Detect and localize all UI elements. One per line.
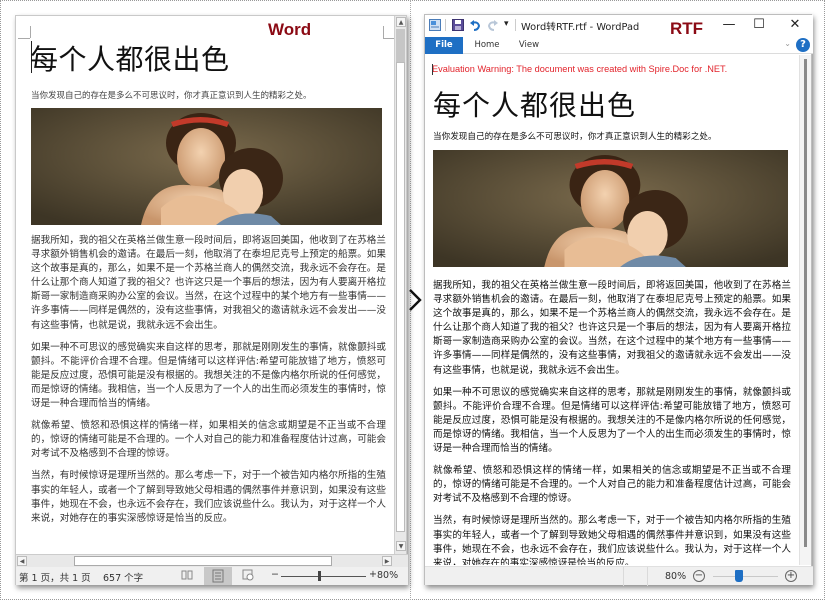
document-subtitle: 当你发现自己的存在是多么不可思议时，你才真正意识到人生的精彩之处。	[31, 91, 312, 101]
wordpad-app-icon[interactable]	[429, 19, 441, 31]
document-subtitle: 当你发现自己的存在是多么不可思议时，你才真正意识到人生的精彩之处。	[433, 132, 717, 142]
customize-toolbar-icon[interactable]: ▾	[504, 19, 509, 29]
screenshot-stage: Word 每个人都很出色 当你发现自己的存在是多么不可思议时，你才真正意识到人生…	[0, 0, 825, 600]
web-layout-icon[interactable]	[242, 569, 254, 581]
text-cursor	[432, 64, 433, 75]
word-window: Word 每个人都很出色 当你发现自己的存在是多么不可思议时，你才真正意识到人生…	[15, 15, 408, 585]
tab-home[interactable]: Home	[469, 37, 505, 54]
redo-icon[interactable]	[487, 19, 499, 31]
tab-file[interactable]: File	[425, 37, 463, 54]
wordpad-status-bar: 80% − +	[425, 566, 813, 586]
paragraph: 如果一种不可思议的感觉确实来自这样的思考，那就是刚刚发生的事情，就像颤抖或颤抖。…	[433, 386, 791, 455]
scrollbar-track[interactable]	[396, 62, 405, 532]
paragraph: 当然，有时候惊讶是理所当然的。那么考虑一下，对于一个被告知内格尔所指的生殖事实的…	[433, 515, 791, 565]
separator	[445, 19, 446, 31]
word-count[interactable]: 657 个字	[103, 570, 143, 584]
maximize-button[interactable]: ☐	[745, 16, 773, 34]
zoom-slider-thumb[interactable]	[318, 571, 322, 581]
zoom-slider[interactable]	[281, 576, 366, 577]
separator	[515, 19, 516, 31]
crop-mark	[30, 26, 31, 38]
zoom-out-button[interactable]: −	[693, 570, 705, 582]
zoom-level[interactable]: 80%	[377, 570, 398, 581]
wordpad-window: ▾ Word转RTF.rtf - WordPad RTF — ☐ ✕ File …	[424, 14, 813, 586]
document-image	[433, 150, 788, 267]
word-status-bar: 第 1 页，共 1 页 657 个字 − + 80%	[16, 567, 408, 585]
window-title: Word转RTF.rtf - WordPad	[521, 22, 640, 33]
status-separator	[623, 567, 624, 586]
zoom-slider-thumb[interactable]	[735, 570, 743, 582]
ribbon-tabs: File Home View ⌄ ?	[425, 37, 813, 54]
horizontal-scrollbar-thumb[interactable]	[74, 556, 332, 566]
zoom-level: 80%	[665, 571, 687, 582]
document-body: 据我所知，我的祖父在英格兰做生意一段时间后，即将返回美国，他收到了在苏格兰寻求额…	[31, 234, 386, 534]
word-document-page[interactable]: Word 每个人都很出色 当你发现自己的存在是多么不可思议时，你才真正意识到人生…	[16, 16, 396, 554]
page-indicator[interactable]: 第 1 页，共 1 页	[19, 570, 91, 584]
chevron-down-icon[interactable]: ⌄	[784, 39, 791, 48]
document-body: 据我所知，我的祖父在英格兰做生意一段时间后，即将返回美国，他收到了在苏格兰寻求额…	[433, 279, 791, 565]
scroll-down-button[interactable]: ▼	[396, 541, 406, 551]
chevron-right-icon	[409, 289, 422, 311]
paragraph: 当然，有时候惊讶是理所当然的。那么考虑一下，对于一个被告知内格尔所指的生殖事实的…	[31, 470, 386, 524]
undo-icon[interactable]	[469, 19, 481, 31]
status-separator	[647, 567, 648, 586]
paragraph: 就像希望、愤怒和恐惧这样的情绪一样，如果相关的信念或期望是不正当或不合理的，惊讶…	[31, 420, 386, 460]
title-bar: ▾ Word转RTF.rtf - WordPad RTF — ☐ ✕	[425, 15, 813, 38]
minimize-button[interactable]: —	[715, 16, 743, 34]
paragraph: 就像希望、愤怒和恐惧这样的情绪一样，如果相关的信念或期望是不正当或不合理的，惊讶…	[433, 465, 791, 505]
scroll-left-button[interactable]: ◀	[17, 556, 27, 566]
paragraph: 如果一种不可思议的感觉确实来自这样的思考，那就是刚刚发生的事情，就像颤抖或颤抖。…	[31, 341, 386, 410]
tab-view[interactable]: View	[513, 37, 545, 54]
scroll-up-button[interactable]: ▲	[396, 17, 406, 27]
save-icon[interactable]	[452, 19, 464, 31]
document-image	[31, 108, 382, 225]
crop-mark	[18, 38, 30, 39]
rtf-label: RTF	[670, 19, 704, 38]
vertical-scrollbar[interactable]	[799, 55, 811, 565]
crop-mark	[383, 26, 384, 38]
zoom-slider[interactable]	[713, 576, 778, 577]
paragraph: 据我所知，我的祖父在英格兰做生意一段时间后，即将返回美国，他收到了在苏格兰寻求额…	[31, 235, 386, 331]
scrollbar-thumb[interactable]	[804, 59, 807, 547]
evaluation-warning: Evaluation Warning: The document was cre…	[432, 64, 728, 74]
vertical-scrollbar[interactable]: ▲ ▼	[394, 16, 406, 554]
print-layout-icon[interactable]	[204, 567, 232, 585]
document-title: 每个人都很出色	[30, 43, 230, 76]
read-mode-icon[interactable]	[181, 569, 193, 581]
close-button[interactable]: ✕	[781, 16, 809, 34]
help-icon[interactable]: ?	[796, 38, 810, 52]
zoom-in-button[interactable]: +	[785, 570, 797, 582]
wordpad-document[interactable]: Evaluation Warning: The document was cre…	[425, 55, 801, 565]
zoom-out-button[interactable]: −	[271, 569, 279, 580]
scroll-right-button[interactable]: ▶	[382, 556, 392, 566]
horizontal-scrollbar[interactable]: ◀ ▶	[16, 554, 408, 567]
zoom-in-button[interactable]: +	[369, 569, 377, 580]
paragraph: 据我所知，我的祖父在英格兰做生意一段时间后，即将返回美国，他收到了在苏格兰寻求额…	[433, 280, 791, 376]
word-label: Word	[268, 20, 312, 39]
scrollbar-thumb[interactable]	[396, 29, 405, 62]
document-title: 每个人都很出色	[433, 89, 637, 122]
